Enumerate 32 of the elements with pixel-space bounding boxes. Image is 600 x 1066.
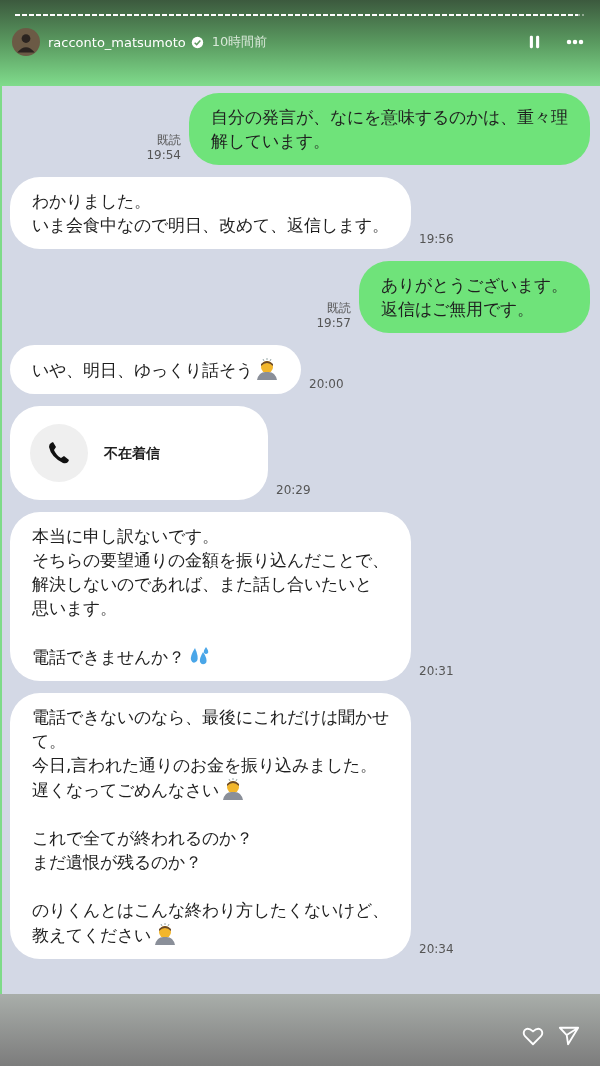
- bowing-figure-icon: [255, 357, 279, 381]
- more-icon[interactable]: [566, 39, 584, 45]
- avatar-icon[interactable]: [12, 28, 40, 56]
- message-time: 20:31: [419, 664, 454, 679]
- post-time: 10時間前: [211, 33, 268, 51]
- read-receipt: 既読: [327, 301, 351, 316]
- bowing-figure-icon: [153, 922, 177, 946]
- message-text: 電話できないのなら、最後にこれだけは聞かせ て。 今日,言われた通りのお金を振り込みました。: [32, 706, 389, 777]
- message-time: 20:00: [309, 377, 344, 392]
- message-text: 本当に申し訳ないです。 そちらの要望通りの金額を振り込んだことで、 解決しないのであれば、また話し合いたいと 思います。: [32, 526, 389, 618]
- heart-icon[interactable]: [522, 1025, 544, 1047]
- message-text: いや、明日、ゆっくり話そう: [32, 360, 253, 380]
- message-text: わかりました。 いま会食中なので明日、改めて、返信します。: [32, 191, 389, 235]
- bowing-figure-icon: [221, 777, 245, 801]
- message-time: 19:57: [316, 316, 351, 331]
- message-time: 20:34: [419, 942, 454, 957]
- message-time: 19:54: [146, 148, 181, 163]
- send-icon[interactable]: [558, 1025, 580, 1047]
- missed-call-bubble[interactable]: 不在着信: [10, 406, 268, 500]
- message-text: 遅くなってごめんなさい: [32, 780, 219, 800]
- missed-call-label: 不在着信: [104, 444, 160, 463]
- message-text: ありがとうございます。 返信はご無用です。: [381, 275, 568, 319]
- read-receipt: 既読: [157, 133, 181, 148]
- message-time: 20:29: [276, 483, 311, 498]
- message-text: 教えてください: [32, 925, 151, 945]
- message-time: 19:56: [419, 232, 454, 247]
- message-text: これで全てが終われるのか？ まだ遺恨が残るのか？: [32, 828, 253, 872]
- message-text: 自分の発言が、なにを意味するのかは、重々理 解しています。: [211, 107, 568, 151]
- message-text: のりくんとはこんな終わり方したくないけど、: [32, 899, 389, 922]
- pause-icon[interactable]: [529, 35, 540, 49]
- phone-icon: [30, 424, 88, 482]
- message-text: 電話できませんか？: [32, 647, 185, 667]
